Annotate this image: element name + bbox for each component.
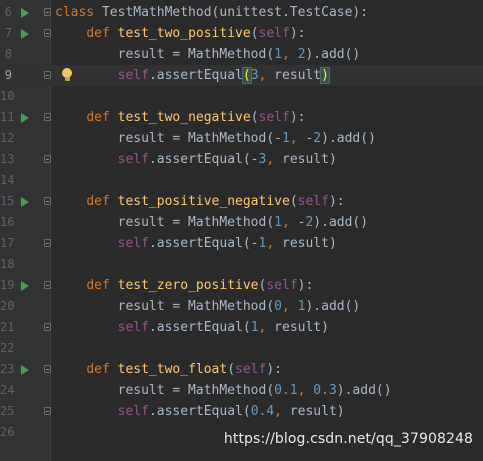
line-number: 26	[0, 425, 15, 439]
line-number: 8	[4, 47, 12, 61]
line-number: 13	[0, 152, 15, 166]
fold-icon[interactable]	[44, 29, 51, 37]
run-test-icon[interactable]	[21, 281, 29, 291]
run-test-icon[interactable]	[21, 365, 29, 375]
code-text[interactable]: self.assertEqual(0.4, result)	[55, 401, 345, 422]
line-number: 16	[0, 215, 15, 229]
code-text[interactable]: result = MathMethod(0.1, 0.3).add()	[55, 380, 392, 401]
line-number: 19	[0, 278, 15, 292]
fold-icon[interactable]	[44, 407, 51, 415]
line-number: 14	[0, 173, 15, 187]
line-number: 15	[0, 194, 15, 208]
code-line[interactable]: 14	[0, 170, 483, 191]
fold-icon[interactable]	[44, 8, 51, 16]
fold-icon[interactable]	[44, 365, 51, 373]
code-line[interactable]: 19 def test_zero_positive(self):	[0, 275, 483, 296]
code-text[interactable]: result = MathMethod(-1, -2).add()	[55, 128, 376, 149]
fold-icon[interactable]	[44, 155, 51, 163]
line-number: 17	[0, 236, 15, 250]
run-test-icon[interactable]	[21, 113, 29, 123]
line-number: 24	[0, 383, 15, 397]
line-number: 6	[4, 5, 12, 19]
line-number: 10	[0, 89, 15, 103]
code-editor[interactable]: 6 class TestMathMethod(unittest.TestCase)…	[0, 0, 483, 461]
code-text[interactable]: def test_positive_negative(self):	[55, 191, 344, 212]
line-number: 12	[0, 131, 15, 145]
line-number: 25	[0, 404, 15, 418]
code-line[interactable]: 20 result = MathMethod(0, 1).add()	[0, 296, 483, 317]
code-text[interactable]: result = MathMethod(1, 2).add()	[55, 44, 361, 65]
code-line[interactable]: 10	[0, 86, 483, 107]
fold-icon[interactable]	[44, 71, 51, 79]
code-line[interactable]: 9 self.assertEqual(3, result)	[0, 65, 483, 86]
code-text[interactable]: def test_two_float(self):	[55, 359, 282, 380]
line-number: 21	[0, 320, 15, 334]
line-number: 22	[0, 341, 15, 355]
code-line[interactable]: 13 self.assertEqual(-3, result)	[0, 149, 483, 170]
code-line[interactable]: 11 def test_two_negative(self):	[0, 107, 483, 128]
fold-icon[interactable]	[44, 113, 51, 121]
line-number: 11	[0, 110, 15, 124]
code-line[interactable]: 23 def test_two_float(self):	[0, 359, 483, 380]
code-text[interactable]: self.assertEqual(-1, result)	[55, 233, 337, 254]
watermark-url: https://blog.csdn.net/qq_37908248	[223, 431, 473, 447]
code-line[interactable]: 6 class TestMathMethod(unittest.TestCase)…	[0, 2, 483, 23]
code-text[interactable]: def test_zero_positive(self):	[55, 275, 313, 296]
code-line[interactable]: 21 self.assertEqual(1, result)	[0, 317, 483, 338]
code-line[interactable]: 16 result = MathMethod(1, -2).add()	[0, 212, 483, 233]
code-text[interactable]: result = MathMethod(0, 1).add()	[55, 296, 361, 317]
code-line[interactable]: 15 def test_positive_negative(self):	[0, 191, 483, 212]
code-line[interactable]: 24 result = MathMethod(0.1, 0.3).add()	[0, 380, 483, 401]
line-number: 7	[4, 26, 12, 40]
fold-icon[interactable]	[44, 239, 51, 247]
code-line[interactable]: 25 self.assertEqual(0.4, result)	[0, 401, 483, 422]
line-number: 23	[0, 362, 15, 376]
code-text[interactable]: def test_two_negative(self):	[55, 107, 305, 128]
code-line[interactable]: 22	[0, 338, 483, 359]
code-text[interactable]: class TestMathMethod(unittest.TestCase):	[55, 2, 368, 23]
line-number: 9	[4, 68, 12, 82]
code-line[interactable]: 17 self.assertEqual(-1, result)	[0, 233, 483, 254]
code-line[interactable]: 12 result = MathMethod(-1, -2).add()	[0, 128, 483, 149]
code-text[interactable]: result = MathMethod(1, -2).add()	[55, 212, 368, 233]
code-text[interactable]: self.assertEqual(3, result)	[55, 65, 330, 86]
fold-icon[interactable]	[44, 323, 51, 331]
run-test-icon[interactable]	[21, 29, 29, 39]
code-text[interactable]: def test_two_positive(self):	[55, 23, 305, 44]
fold-icon[interactable]	[44, 281, 51, 289]
line-number: 18	[0, 257, 15, 271]
run-test-icon[interactable]	[21, 197, 29, 207]
code-line[interactable]: 8 result = MathMethod(1, 2).add()	[0, 44, 483, 65]
line-number: 20	[0, 299, 15, 313]
code-text[interactable]: self.assertEqual(1, result)	[55, 317, 329, 338]
fold-icon[interactable]	[44, 197, 51, 205]
code-line[interactable]: 7 def test_two_positive(self):	[0, 23, 483, 44]
run-test-icon[interactable]	[21, 8, 29, 18]
code-line[interactable]: 18	[0, 254, 483, 275]
code-text[interactable]: self.assertEqual(-3, result)	[55, 149, 337, 170]
